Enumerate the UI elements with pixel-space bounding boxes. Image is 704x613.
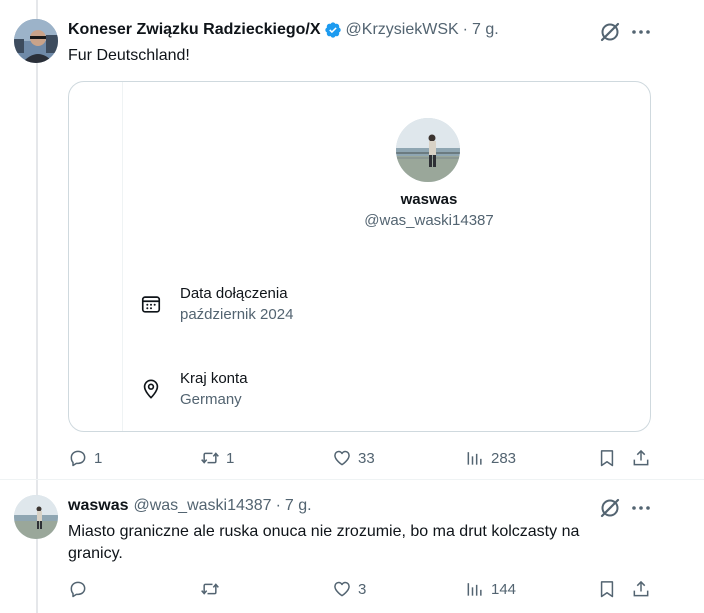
grok-icon[interactable]	[598, 496, 622, 520]
like-icon	[334, 581, 350, 597]
bookmark-button[interactable]	[597, 578, 623, 600]
repost-count: 1	[226, 449, 235, 467]
more-icon[interactable]	[629, 20, 653, 44]
repost-icon	[201, 452, 219, 464]
like-count: 3	[358, 580, 367, 598]
tweet-divider	[0, 479, 704, 480]
share-button[interactable]	[631, 447, 657, 469]
views-count: 144	[491, 580, 517, 598]
repost-button[interactable]	[200, 578, 226, 600]
reply-button[interactable]: 1	[68, 447, 102, 469]
card-username: waswas	[400, 191, 458, 208]
country-label: Kraj konta	[180, 370, 248, 387]
bookmark-icon	[600, 450, 614, 467]
author-name[interactable]: Koneser Związku Radzieckiego/X	[68, 21, 321, 39]
tweet-time[interactable]: 7 g.	[472, 21, 499, 39]
bookmark-icon	[600, 581, 614, 598]
reply-icon	[70, 450, 86, 467]
card-divider	[122, 82, 123, 431]
bookmark-button[interactable]	[597, 447, 623, 469]
grok-icon[interactable]	[598, 20, 622, 44]
like-icon	[334, 450, 350, 466]
author-handle[interactable]: @was_waski14387	[133, 497, 271, 515]
reply-button[interactable]	[68, 578, 94, 600]
avatar-waswas[interactable]	[14, 495, 58, 539]
like-count: 33	[358, 449, 375, 467]
joined-value: październik 2024	[180, 306, 294, 323]
tweet1-header: Koneser Związku Radzieckiego/X @Krzysiek…	[68, 21, 499, 39]
joined-label: Data dołączenia	[180, 285, 288, 302]
author-name[interactable]: waswas	[68, 497, 128, 515]
avatar-koneser[interactable]	[14, 19, 58, 63]
about-account-card[interactable]: waswas @was_waski14387 Data dołączenia p…	[68, 81, 651, 432]
country-value: Germany	[180, 391, 242, 408]
card-avatar	[396, 118, 460, 182]
more-icon[interactable]	[629, 496, 653, 520]
separator-dot: ·	[462, 21, 468, 38]
views-button[interactable]: 144	[465, 578, 516, 600]
repost-button[interactable]: 1	[200, 447, 234, 469]
tweet-text-line1: Miasto graniczne ale ruska onuca nie zro…	[68, 523, 580, 540]
like-button[interactable]: 33	[332, 447, 375, 469]
calendar-icon	[141, 296, 161, 313]
reply-icon	[70, 581, 86, 598]
views-icon	[467, 583, 482, 596]
tweet-text: Fur Deutschland!	[68, 47, 190, 64]
repost-icon	[201, 583, 219, 595]
share-icon	[633, 449, 649, 466]
tweet-time[interactable]: 7 g.	[285, 497, 312, 515]
separator-dot: ·	[275, 497, 281, 514]
reply-count: 1	[94, 449, 103, 467]
card-handle: @was_waski14387	[364, 212, 494, 229]
like-button[interactable]: 3	[332, 578, 366, 600]
share-icon	[633, 580, 649, 597]
location-icon	[143, 379, 159, 399]
share-button[interactable]	[631, 578, 657, 600]
views-count: 283	[491, 449, 517, 467]
tweet2-header: waswas @was_waski14387 · 7 g.	[68, 497, 312, 515]
views-icon	[467, 452, 482, 465]
author-handle[interactable]: @KrzysiekWSK	[346, 21, 459, 39]
verified-badge-icon	[324, 22, 341, 38]
tweet-text-line2: granicy.	[68, 545, 123, 562]
views-button[interactable]: 283	[465, 447, 516, 469]
